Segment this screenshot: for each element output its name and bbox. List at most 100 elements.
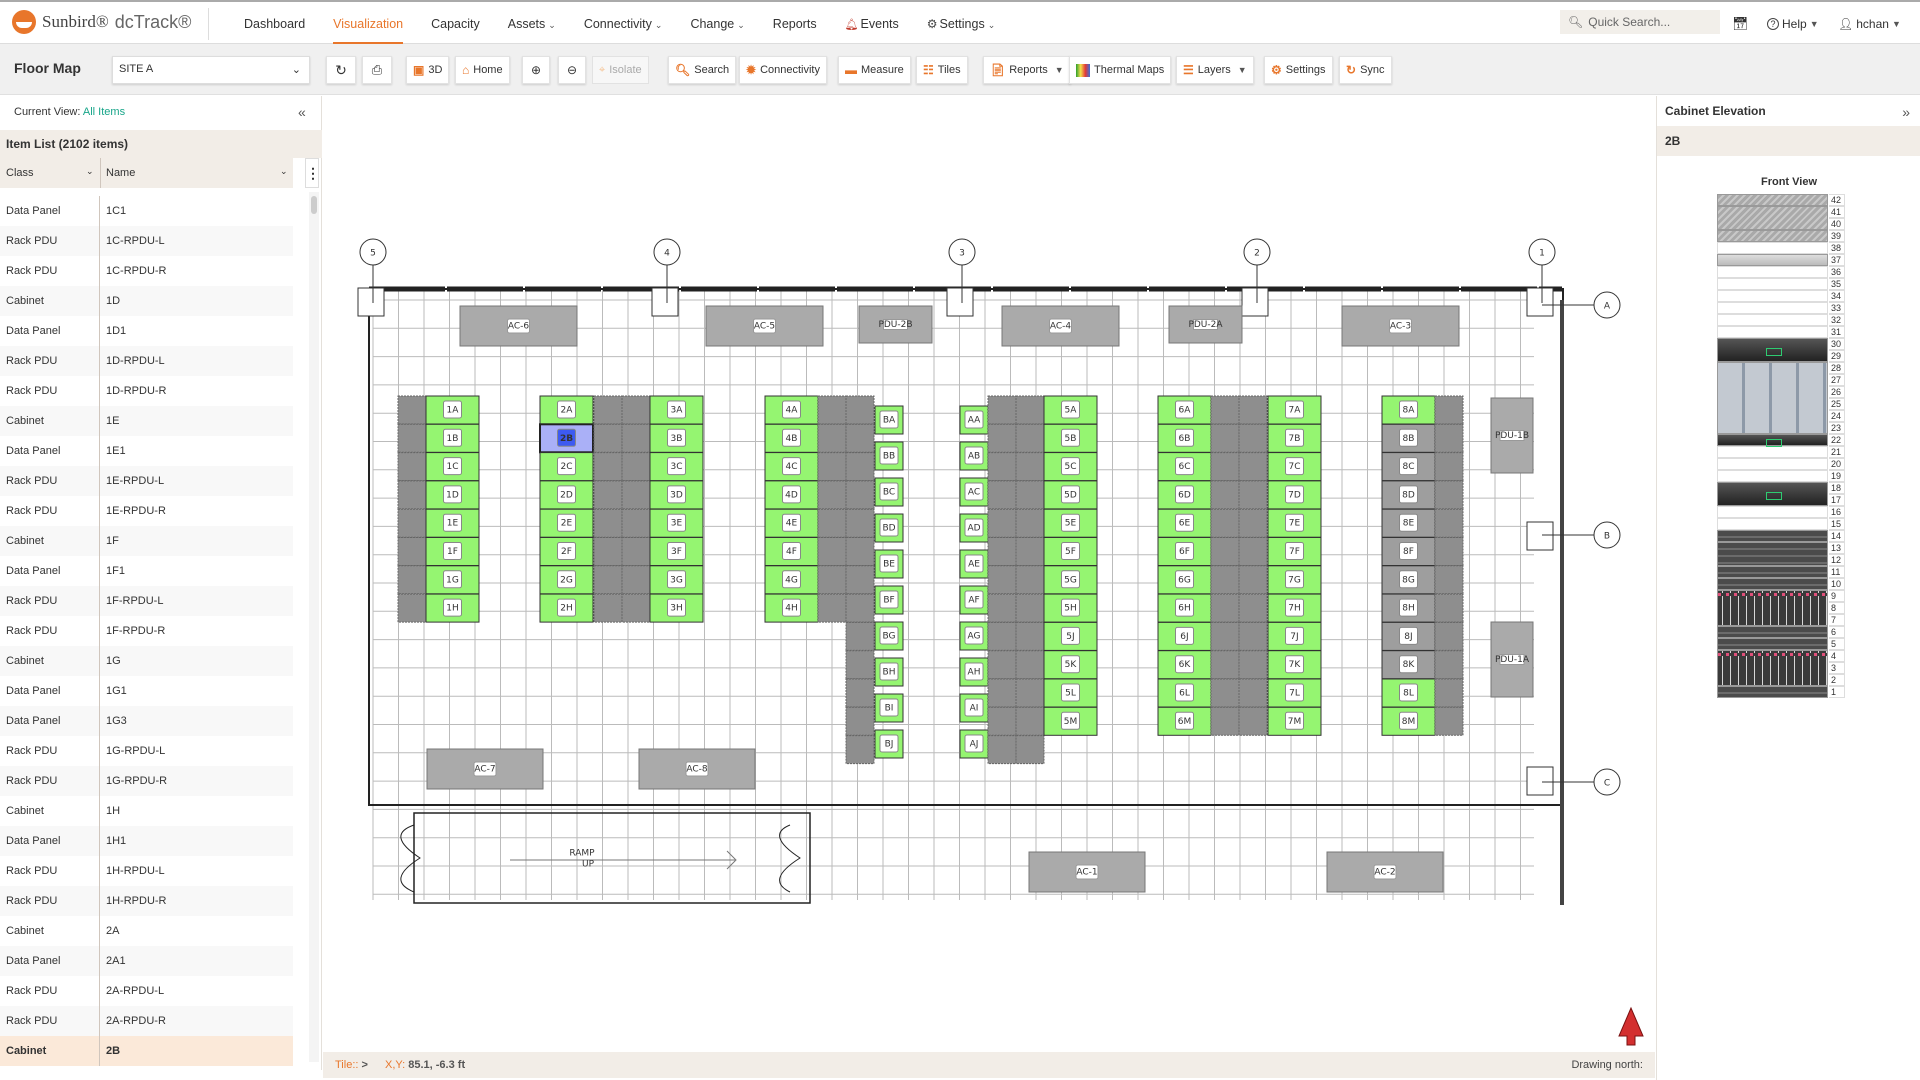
table-row[interactable]: Rack PDU 2A-RPDU-R [0, 1006, 293, 1036]
home-button[interactable]: ⌂ Home [455, 56, 510, 84]
column-header-class[interactable]: Class [6, 167, 34, 179]
help-menu[interactable]: ? Help ▼ [1767, 2, 1819, 46]
nav-item-visualization[interactable]: Visualization [319, 2, 417, 46]
table-row[interactable]: Data Panel 1F1 [0, 556, 293, 586]
table-row[interactable]: Cabinet 1H [0, 796, 293, 826]
rack-unit-slot[interactable]: 38 [1717, 242, 1845, 254]
print-button[interactable]: ⎙ [362, 56, 392, 84]
table-row[interactable]: Data Panel 1G3 [0, 706, 293, 736]
table-row[interactable]: Data Panel 1G1 [0, 676, 293, 706]
table-row[interactable]: Rack PDU 1C-RPDU-L [0, 226, 293, 256]
nav-item-capacity[interactable]: Capacity [417, 2, 494, 46]
column-options-button[interactable]: ⋮ [305, 158, 320, 188]
current-view-link[interactable]: All Items [83, 106, 125, 118]
quick-search-input[interactable]: 🔍︎ Quick Search... [1560, 10, 1720, 34]
rack-device-grey[interactable] [1717, 638, 1828, 650]
rack-device-grey[interactable] [1717, 626, 1828, 638]
table-row[interactable]: Data Panel 1C1 [0, 196, 293, 226]
table-row[interactable]: Data Panel 1E1 [0, 436, 293, 466]
table-row[interactable]: Data Panel 1D1 [0, 316, 293, 346]
site-select[interactable]: SITE A ⌄ [112, 56, 310, 84]
search-button[interactable]: 🔍︎ Search [668, 56, 737, 84]
rack-device-chassis[interactable] [1717, 362, 1828, 434]
door[interactable] [779, 824, 801, 893]
table-row[interactable]: Cabinet 1F [0, 526, 293, 556]
table-row[interactable]: Cabinet 2A [0, 916, 293, 946]
rack-device-grey[interactable] [1717, 530, 1828, 542]
floor-plan-drawing[interactable]: 5 4 3 2 1ABCAC-6 AC-5 AC-4 AC-3AC-7 AC-8AC-1 AC-2… [323, 96, 1655, 1052]
zoom-out-button[interactable]: ⊖ [558, 56, 586, 84]
connectivity-button[interactable]: ✹ Connectivity [739, 56, 827, 84]
column-header-name[interactable]: Name [106, 167, 135, 179]
rack-unit-slot[interactable]: 21 [1717, 446, 1845, 458]
app-logo[interactable]: Sunbird® dcTrack® [12, 10, 191, 34]
floor-map-canvas[interactable]: 5 4 3 2 1 A B C AC-6 AC-5 AC-4 AC-3 AC-7 AC-8 AC-1 AC-2… [323, 96, 1655, 1052]
column-divider[interactable] [100, 158, 101, 188]
table-row[interactable]: Rack PDU 1G-RPDU-L [0, 736, 293, 766]
collapse-panel-button[interactable]: « [298, 104, 306, 120]
measure-button[interactable]: ▬ Measure [838, 56, 911, 84]
nav-item-settings[interactable]: ⚙ Settings ⌄ [913, 2, 1009, 46]
rack-device-disk[interactable] [1717, 590, 1828, 626]
table-row[interactable]: Rack PDU 1F-RPDU-L [0, 586, 293, 616]
thermal-maps-button[interactable]: Thermal Maps [1069, 56, 1172, 84]
nav-item-reports[interactable]: Reports [759, 2, 831, 46]
table-row[interactable]: Data Panel 2A1 [0, 946, 293, 976]
layers-button[interactable]: ☰ Layers ▼ [1176, 56, 1254, 84]
rack-device-grey[interactable] [1717, 542, 1828, 566]
table-row[interactable]: Rack PDU 1F-RPDU-R [0, 616, 293, 646]
table-row[interactable]: Data Panel 1H1 [0, 826, 293, 856]
table-row[interactable]: Rack PDU 1H-RPDU-L [0, 856, 293, 886]
rack-device-disk[interactable] [1717, 650, 1828, 686]
rack-unit-slot[interactable]: 16 [1717, 506, 1845, 518]
table-row[interactable]: Rack PDU 1D-RPDU-L [0, 346, 293, 376]
rack-device-server[interactable] [1717, 434, 1828, 447]
rack-unit-slot[interactable]: 19 [1717, 470, 1845, 482]
rack-unit-slot[interactable]: 15 [1717, 518, 1845, 530]
table-row[interactable]: Cabinet 1D [0, 286, 293, 316]
nav-item-connectivity[interactable]: Connectivity ⌄ [570, 2, 677, 46]
settings-button[interactable]: ⚙ Settings [1264, 56, 1333, 84]
rack-unit-slot[interactable]: 34 [1717, 290, 1845, 302]
rack-device-server[interactable] [1717, 338, 1828, 362]
rack-device-grey[interactable] [1717, 686, 1828, 698]
3d-button[interactable]: ▣ 3D [406, 56, 450, 84]
refresh-button[interactable]: ↻ [326, 56, 356, 84]
rack-unit-slot[interactable]: 20 [1717, 458, 1845, 470]
rack-unit-slot[interactable]: 33 [1717, 302, 1845, 314]
table-row[interactable]: Rack PDU 1D-RPDU-R [0, 376, 293, 406]
rack-device-blank[interactable] [1717, 194, 1828, 206]
chevron-down-icon[interactable]: ⌄ [86, 166, 94, 177]
table-row[interactable]: Rack PDU 1H-RPDU-R [0, 886, 293, 916]
rack-device-server[interactable] [1717, 482, 1828, 506]
rack-unit-slot[interactable]: 35 [1717, 278, 1845, 290]
rack-device-blank[interactable] [1717, 206, 1828, 230]
table-row[interactable]: Rack PDU 2A-RPDU-L [0, 976, 293, 1006]
nav-item-dashboard[interactable]: Dashboard [230, 2, 319, 46]
sync-button[interactable]: ↻ Sync [1339, 56, 1392, 84]
isolate-button[interactable]: ⌖ Isolate [592, 56, 649, 84]
rack-unit-slot[interactable]: 31 [1717, 326, 1845, 338]
rack-device-blank[interactable] [1717, 230, 1828, 242]
tiles-button[interactable]: ☷ Tiles [916, 56, 968, 84]
rack-unit-slot[interactable]: 32 [1717, 314, 1845, 326]
table-row[interactable]: Rack PDU 1G-RPDU-R [0, 766, 293, 796]
reports-button[interactable]: 📄︎ Reports ▼ [983, 56, 1071, 84]
expand-panel-button[interactable]: » [1902, 104, 1910, 120]
item-list-scrollbar[interactable] [309, 192, 319, 1062]
chevron-down-icon[interactable]: ⌄ [280, 166, 288, 177]
user-menu[interactable]: 👤︎ hchan ▼ [1838, 2, 1901, 46]
nav-item-events[interactable]: 🔔︎ Events [831, 2, 913, 46]
table-row[interactable]: Rack PDU 1C-RPDU-R [0, 256, 293, 286]
nav-item-change[interactable]: Change ⌄ [676, 2, 758, 46]
table-row[interactable]: Cabinet 2B [0, 1036, 293, 1066]
table-row[interactable]: Cabinet 1G [0, 646, 293, 676]
nav-item-assets[interactable]: Assets ⌄ [494, 2, 570, 46]
table-row[interactable]: Cabinet 1E [0, 406, 293, 436]
rack-device-switch[interactable] [1717, 254, 1828, 266]
rack-device-grey[interactable] [1717, 566, 1828, 578]
table-row[interactable]: Rack PDU 1E-RPDU-R [0, 496, 293, 526]
rack-unit-slot[interactable]: 36 [1717, 266, 1845, 278]
scrollbar-thumb[interactable] [311, 196, 317, 214]
door[interactable] [400, 824, 421, 893]
